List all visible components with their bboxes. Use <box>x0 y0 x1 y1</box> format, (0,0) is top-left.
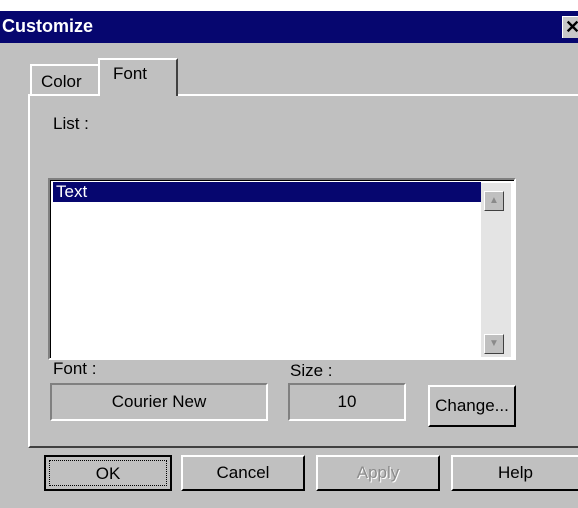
apply-button[interactable]: Apply <box>316 455 440 491</box>
tab-font[interactable]: Font <box>98 58 178 96</box>
font-size-field: 10 <box>288 383 406 421</box>
scroll-up-icon[interactable]: ▲ <box>484 191 504 211</box>
help-button[interactable]: Help <box>451 455 578 491</box>
focus-rect: OK <box>49 460 167 486</box>
tab-font-label: Font <box>113 64 148 83</box>
ok-button-label: OK <box>95 464 121 483</box>
font-name-field: Courier New <box>50 383 268 421</box>
item-listbox[interactable]: Text ▲ ▼ <box>48 178 516 360</box>
cancel-button[interactable]: Cancel <box>181 455 305 491</box>
tab-color-label: Color <box>41 72 82 91</box>
customize-dialog: Customize ✕ Color Font List : Text ▲ ▼ F… <box>0 0 578 508</box>
close-icon[interactable]: ✕ <box>562 16 578 38</box>
title-bar[interactable]: Customize ✕ <box>0 11 578 43</box>
font-label: Font : <box>53 359 97 378</box>
dialog-body: Color Font List : Text ▲ ▼ Font : Courie… <box>0 43 578 508</box>
list-label: List : <box>53 114 89 133</box>
scroll-down-icon[interactable]: ▼ <box>484 334 504 354</box>
size-label: Size : <box>290 361 333 380</box>
change-button[interactable]: Change... <box>428 385 516 427</box>
dialog-title: Customize <box>2 16 94 36</box>
list-item-text[interactable]: Text <box>53 182 481 202</box>
ok-button[interactable]: OK <box>44 455 172 491</box>
listbox-scrollbar[interactable]: ▲ ▼ <box>481 183 511 357</box>
tab-color[interactable]: Color <box>30 64 100 94</box>
